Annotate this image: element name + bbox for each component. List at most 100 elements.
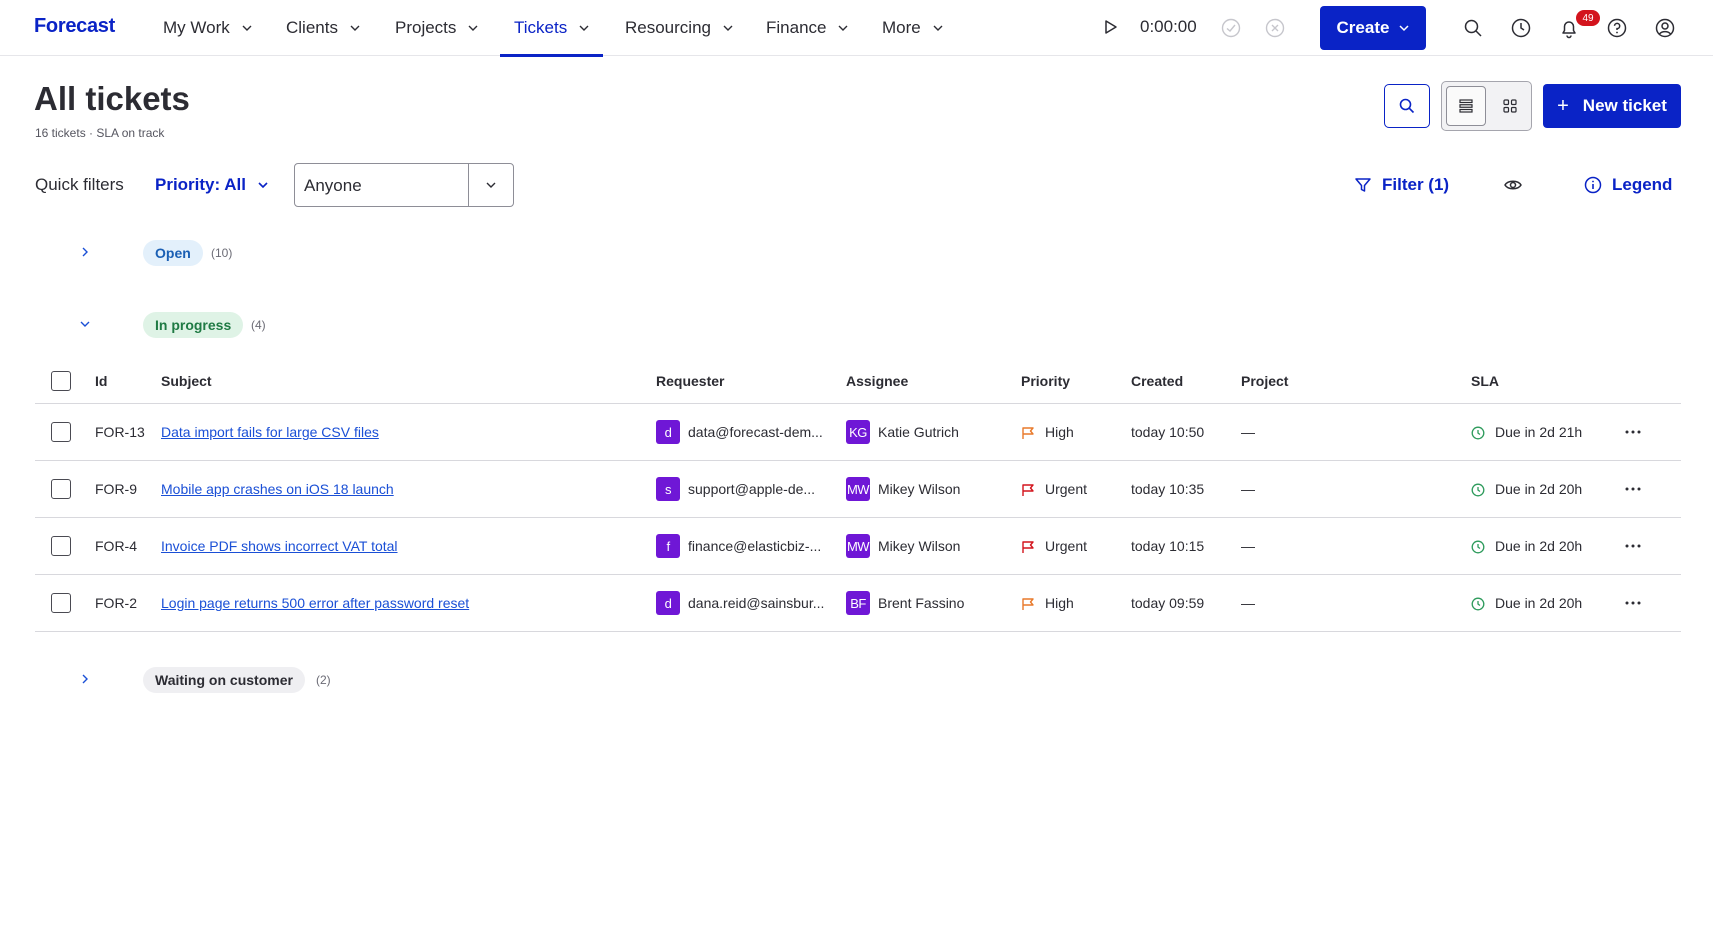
ticket-subject-link[interactable]: Data import fails for large CSV files <box>161 424 379 440</box>
ticket-id: FOR-9 <box>95 481 137 497</box>
table-row[interactable]: FOR-9 Mobile app crashes on iOS 18 launc… <box>35 461 1681 518</box>
row-more-button[interactable] <box>1619 420 1647 444</box>
select-divider <box>468 164 469 206</box>
ticket-subject-link[interactable]: Login page returns 500 error after passw… <box>161 595 469 611</box>
search-icon[interactable] <box>1462 17 1484 39</box>
priority-filter[interactable]: Priority: All <box>155 175 268 195</box>
list-view-button[interactable] <box>1446 86 1486 126</box>
chevron-down-icon <box>242 25 252 31</box>
nav-tickets[interactable]: Tickets <box>499 0 604 57</box>
clock-icon <box>1471 426 1485 440</box>
priority-filter-label: Priority: All <box>155 175 246 194</box>
more-icon <box>1625 430 1641 434</box>
created-value: today 10:50 <box>1131 424 1205 440</box>
nav-clients[interactable]: Clients <box>286 0 360 56</box>
page-subtitle: 16 tickets · SLA on track <box>35 126 165 140</box>
requester-email: dana.reid@sainsbur... <box>688 595 825 611</box>
assignee-name: Katie Gutrich <box>878 424 959 440</box>
create-label: Create <box>1336 18 1390 37</box>
x-circle-icon[interactable] <box>1264 17 1286 39</box>
group-in-progress-pill[interactable]: In progress <box>143 312 244 338</box>
chevron-down-icon[interactable] <box>78 317 92 331</box>
group-open-pill[interactable]: Open <box>143 240 203 266</box>
nav-my-work[interactable]: My Work <box>163 0 252 56</box>
nav-more[interactable]: More <box>882 0 943 56</box>
sla-value: Due in 2d 20h <box>1495 481 1583 497</box>
chevron-right-icon[interactable] <box>78 672 92 686</box>
row-checkbox[interactable] <box>51 593 71 613</box>
more-icon <box>1625 601 1641 605</box>
top-navigation: Forecast My Work Clients Projects Ticket… <box>0 0 1713 57</box>
group-open-count: (10) <box>211 246 233 260</box>
chevron-right-icon[interactable] <box>78 245 92 259</box>
sla-value: Due in 2d 20h <box>1495 595 1583 611</box>
filter-button[interactable]: Filter (1) <box>1354 175 1449 195</box>
table-row[interactable]: FOR-2 Login page returns 500 error after… <box>35 575 1681 632</box>
row-more-button[interactable] <box>1619 477 1647 501</box>
flag-icon <box>1022 484 1034 496</box>
nav-finance[interactable]: Finance <box>766 0 848 56</box>
nav-label: Clients <box>286 18 338 37</box>
group-open-label: Open <box>155 245 191 261</box>
search-icon <box>1399 98 1415 114</box>
play-icon[interactable] <box>1100 17 1120 37</box>
ticket-subject-link[interactable]: Invoice PDF shows incorrect VAT total <box>161 538 398 554</box>
project-value: — <box>1241 424 1255 440</box>
column-header-requester[interactable]: Requester <box>656 373 724 389</box>
row-checkbox[interactable] <box>51 479 71 499</box>
nav-label: Finance <box>766 18 827 37</box>
column-header-sla[interactable]: SLA <box>1471 373 1499 389</box>
created-value: today 10:15 <box>1131 538 1205 554</box>
eye-icon[interactable] <box>1503 175 1523 195</box>
ticket-subject-link[interactable]: Mobile app crashes on iOS 18 launch <box>161 481 394 497</box>
group-waiting-label: Waiting on customer <box>155 672 293 688</box>
group-waiting-pill[interactable]: Waiting on customer <box>143 667 305 693</box>
chevron-down-icon <box>350 25 360 31</box>
filter-icon <box>1355 178 1371 192</box>
assignee-select[interactable]: Anyone <box>294 163 514 207</box>
requester-email: finance@elasticbiz-... <box>688 538 822 554</box>
info-icon <box>1584 176 1602 194</box>
table-row[interactable]: FOR-4 Invoice PDF shows incorrect VAT to… <box>35 518 1681 575</box>
clock-icon[interactable] <box>1510 17 1532 39</box>
row-checkbox[interactable] <box>51 422 71 442</box>
priority-value: Urgent <box>1045 538 1088 554</box>
column-header-created[interactable]: Created <box>1131 373 1183 389</box>
priority-value: Urgent <box>1045 481 1088 497</box>
project-value: — <box>1241 538 1255 554</box>
assignee-name: Mikey Wilson <box>878 481 961 497</box>
grid-view-button[interactable] <box>1490 86 1530 126</box>
assignee-name: Brent Fassino <box>878 595 965 611</box>
user-icon[interactable] <box>1654 17 1676 39</box>
column-header-id[interactable]: Id <box>95 373 107 389</box>
column-header-assignee[interactable]: Assignee <box>846 373 908 389</box>
flag-icon <box>1022 541 1034 553</box>
row-more-button[interactable] <box>1619 591 1647 615</box>
help-icon[interactable] <box>1606 17 1628 39</box>
new-ticket-button[interactable]: + New ticket <box>1543 84 1681 128</box>
column-header-priority[interactable]: Priority <box>1021 373 1070 389</box>
nav-projects[interactable]: Projects <box>395 0 478 56</box>
group-in-progress-label: In progress <box>155 317 232 333</box>
nav-resourcing[interactable]: Resourcing <box>625 0 733 56</box>
group-in-progress-count: (4) <box>251 318 266 332</box>
table-row[interactable]: FOR-13 Data import fails for large CSV f… <box>35 404 1681 461</box>
plus-icon: + <box>1557 94 1569 117</box>
timer-value: 0:00:00 <box>1140 17 1197 36</box>
search-tickets-button[interactable] <box>1384 84 1430 128</box>
row-more-button[interactable] <box>1619 534 1647 558</box>
column-header-project[interactable]: Project <box>1241 373 1288 389</box>
assignee-avatar: MW <box>846 477 870 501</box>
nav-label: Resourcing <box>625 18 711 37</box>
select-all-checkbox[interactable] <box>51 371 71 391</box>
legend-button[interactable]: Legend <box>1584 175 1672 195</box>
chevron-down-icon <box>838 25 848 31</box>
column-header-subject[interactable]: Subject <box>161 373 212 389</box>
app-logo[interactable]: Forecast <box>34 15 115 38</box>
create-button[interactable]: Create <box>1320 6 1426 50</box>
check-circle-icon[interactable] <box>1220 17 1242 39</box>
priority-value: High <box>1045 595 1074 611</box>
created-value: today 10:35 <box>1131 481 1205 497</box>
group-waiting-count: (2) <box>316 673 331 687</box>
row-checkbox[interactable] <box>51 536 71 556</box>
